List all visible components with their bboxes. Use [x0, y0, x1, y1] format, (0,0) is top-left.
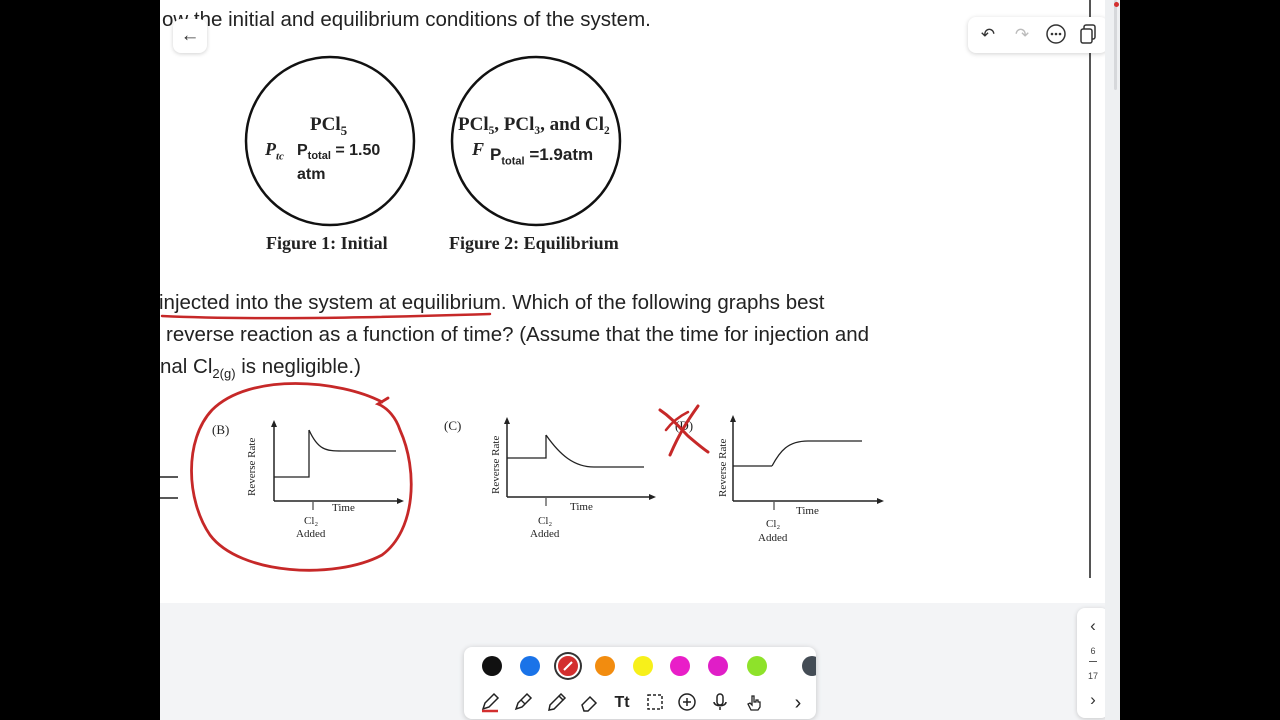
highlighter-icon[interactable] — [511, 691, 535, 715]
top-toolbar: ↶ ↷ — [968, 17, 1105, 53]
color-swatch-red-selected[interactable] — [556, 654, 580, 678]
redo-icon[interactable]: ↷ — [1010, 23, 1034, 47]
color-swatch-pink[interactable] — [708, 656, 728, 676]
color-swatch-magenta[interactable] — [670, 656, 690, 676]
color-swatch-gray[interactable] — [802, 656, 816, 676]
document-page[interactable]: ow the initial and equilibrium condition… — [160, 0, 1105, 603]
ink-cross-d — [658, 408, 710, 454]
eraser-icon[interactable] — [577, 691, 601, 715]
text-icon[interactable]: Tt — [610, 691, 634, 715]
pen-icon[interactable] — [478, 691, 502, 715]
color-swatch-yellow[interactable] — [633, 656, 653, 676]
color-swatch-blue[interactable] — [520, 656, 540, 676]
pages-icon[interactable] — [1076, 23, 1100, 47]
color-swatch-orange[interactable] — [595, 656, 615, 676]
back-button[interactable]: ← — [173, 19, 207, 53]
ink-underline — [160, 312, 492, 320]
more-icon[interactable] — [1044, 23, 1068, 47]
ink-annotations — [160, 312, 710, 572]
lasso-icon[interactable] — [643, 691, 667, 715]
marker-icon[interactable] — [544, 691, 568, 715]
vertical-scrollbar[interactable] — [1105, 0, 1120, 720]
microphone-icon[interactable] — [708, 691, 732, 715]
page-separator — [1089, 661, 1097, 662]
chevron-right-icon[interactable]: › — [786, 691, 810, 715]
pen-selected-icon — [563, 661, 573, 671]
touch-icon[interactable] — [742, 691, 766, 715]
arrow-left-icon: ← — [180, 25, 200, 46]
add-icon[interactable] — [675, 691, 699, 715]
ink-circle-b — [190, 382, 413, 572]
page-divider — [1089, 0, 1091, 578]
color-swatch-black[interactable] — [482, 656, 502, 676]
undo-icon[interactable]: ↶ — [976, 23, 1000, 47]
scrollbar-thumb[interactable] — [1114, 0, 1117, 90]
drawing-toolbar: Tt › — [464, 647, 816, 719]
app-canvas: ow the initial and equilibrium condition… — [160, 0, 1120, 720]
recording-indicator — [1114, 2, 1119, 7]
color-swatch-green[interactable] — [747, 656, 767, 676]
